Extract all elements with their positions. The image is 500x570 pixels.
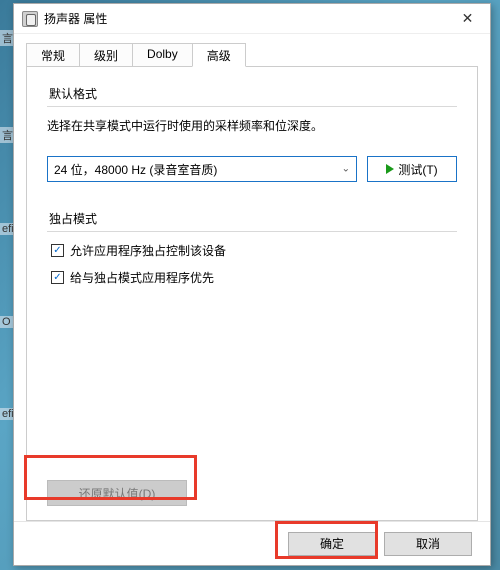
- checkbox-priority[interactable]: ✓: [51, 271, 64, 284]
- checkbox-row-allow-exclusive: ✓ 允许应用程序独占控制该设备: [47, 242, 457, 259]
- dialog-button-row: 确定 取消: [14, 521, 490, 565]
- restore-defaults-button[interactable]: 还原默认值(D): [47, 480, 187, 506]
- checkbox-allow-exclusive[interactable]: ✓: [51, 244, 64, 257]
- titlebar: 扬声器 属性 ✕: [14, 4, 490, 34]
- checkbox-label: 允许应用程序独占控制该设备: [70, 242, 226, 259]
- tab-dolby[interactable]: Dolby: [132, 43, 193, 67]
- close-button[interactable]: ✕: [445, 4, 490, 34]
- test-button-label: 测试(T): [398, 161, 437, 178]
- background-fragments: 言 言 efi O efi: [0, 0, 13, 570]
- checkbox-row-priority: ✓ 给与独占模式应用程序优先: [47, 269, 457, 286]
- tab-advanced[interactable]: 高级: [192, 43, 246, 67]
- format-select[interactable]: 24 位，48000 Hz (录音室音质) ⌄: [47, 156, 357, 182]
- tab-general[interactable]: 常规: [26, 43, 80, 67]
- default-format-label: 默认格式: [47, 85, 457, 102]
- test-button[interactable]: 测试(T): [367, 156, 457, 182]
- close-icon: ✕: [462, 10, 474, 27]
- format-selected-value: 24 位，48000 Hz (录音室音质): [54, 161, 217, 178]
- window-title: 扬声器 属性: [44, 10, 445, 27]
- ok-button[interactable]: 确定: [288, 532, 376, 556]
- tab-container: 常规 级别 Dolby 高级 默认格式 选择在共享模式中运行时使用的采样频率和位…: [14, 34, 490, 521]
- cancel-button[interactable]: 取消: [384, 532, 472, 556]
- play-icon: [386, 164, 394, 174]
- speaker-icon: [22, 11, 38, 27]
- checkbox-label: 给与独占模式应用程序优先: [70, 269, 214, 286]
- default-format-description: 选择在共享模式中运行时使用的采样频率和位深度。: [47, 117, 457, 134]
- chevron-down-icon: ⌄: [342, 164, 350, 175]
- properties-dialog: 扬声器 属性 ✕ 常规 级别 Dolby 高级 默认格式 选择在共享模式中运行时…: [13, 3, 491, 566]
- exclusive-mode-group: ✓ 允许应用程序独占控制该设备 ✓ 给与独占模式应用程序优先: [47, 231, 457, 286]
- default-format-group: 选择在共享模式中运行时使用的采样频率和位深度。 24 位，48000 Hz (录…: [47, 106, 457, 182]
- tab-panel-advanced: 默认格式 选择在共享模式中运行时使用的采样频率和位深度。 24 位，48000 …: [26, 66, 478, 521]
- tab-strip: 常规 级别 Dolby 高级: [26, 42, 478, 66]
- exclusive-mode-label: 独占模式: [47, 210, 457, 227]
- tab-levels[interactable]: 级别: [79, 43, 133, 67]
